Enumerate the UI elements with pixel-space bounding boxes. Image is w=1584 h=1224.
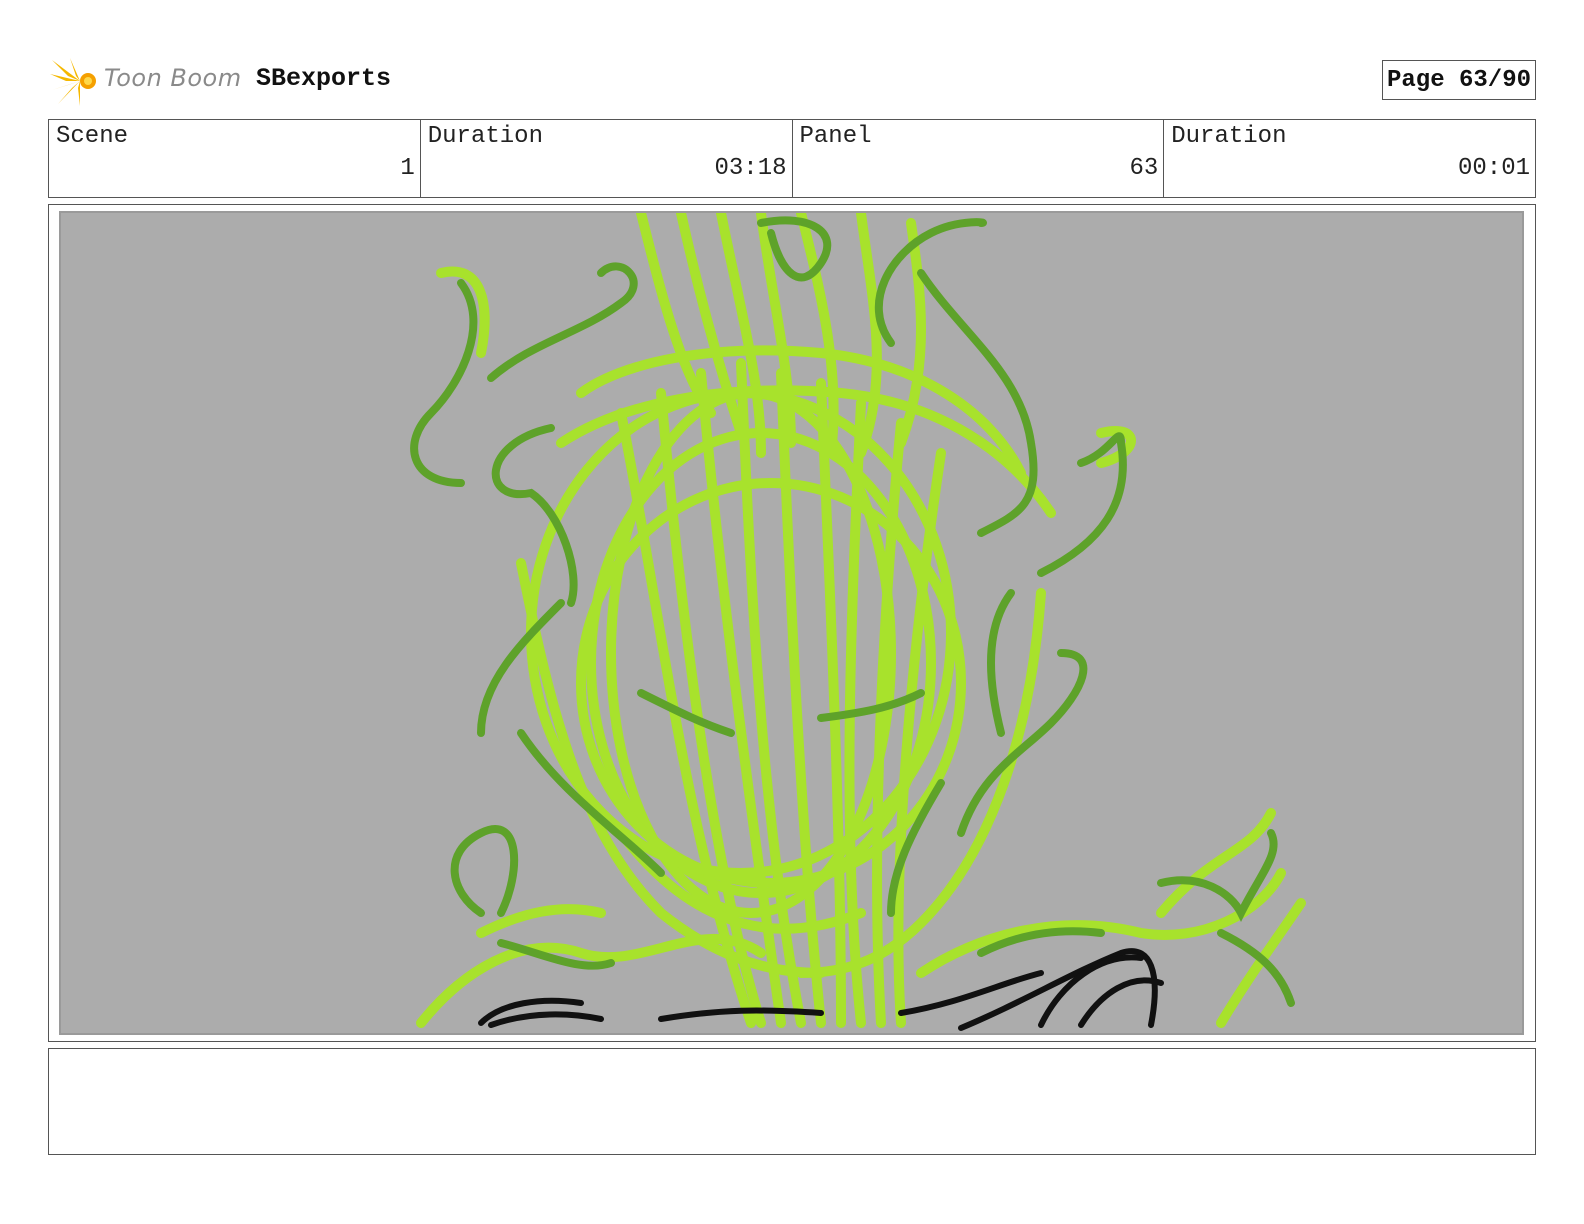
panel-duration-cell: Duration 00:01 <box>1164 120 1535 197</box>
starburst-icon <box>50 58 96 106</box>
panel-info-table: Scene 1 Duration 03:18 Panel 63 Duration… <box>48 119 1536 198</box>
scene-duration-label: Duration <box>427 123 543 150</box>
panel-duration-label: Duration <box>1171 123 1287 150</box>
scene-duration-cell: Duration 03:18 <box>421 120 793 197</box>
panel-notes <box>48 1048 1536 1155</box>
scene-duration-value: 03:18 <box>714 155 787 182</box>
panel-label: Panel <box>799 123 872 150</box>
scene-cell: Scene 1 <box>49 120 421 197</box>
page-label: Page 63/90 <box>1386 66 1532 94</box>
panel-value: 63 <box>1129 155 1159 182</box>
scene-value: 1 <box>400 155 415 182</box>
scene-label: Scene <box>56 123 129 150</box>
panel-duration-value: 00:01 <box>1457 155 1530 182</box>
sketch-head-light <box>416 213 1306 1028</box>
project-name: SBexports <box>256 64 392 93</box>
panel-cell: Panel 63 <box>793 120 1165 197</box>
panel-drawing <box>59 211 1524 1035</box>
page-indicator: Page 63/90 <box>1382 60 1536 100</box>
logo-text: Toon Boom <box>104 64 242 92</box>
sketch-artwork <box>410 213 1306 1031</box>
